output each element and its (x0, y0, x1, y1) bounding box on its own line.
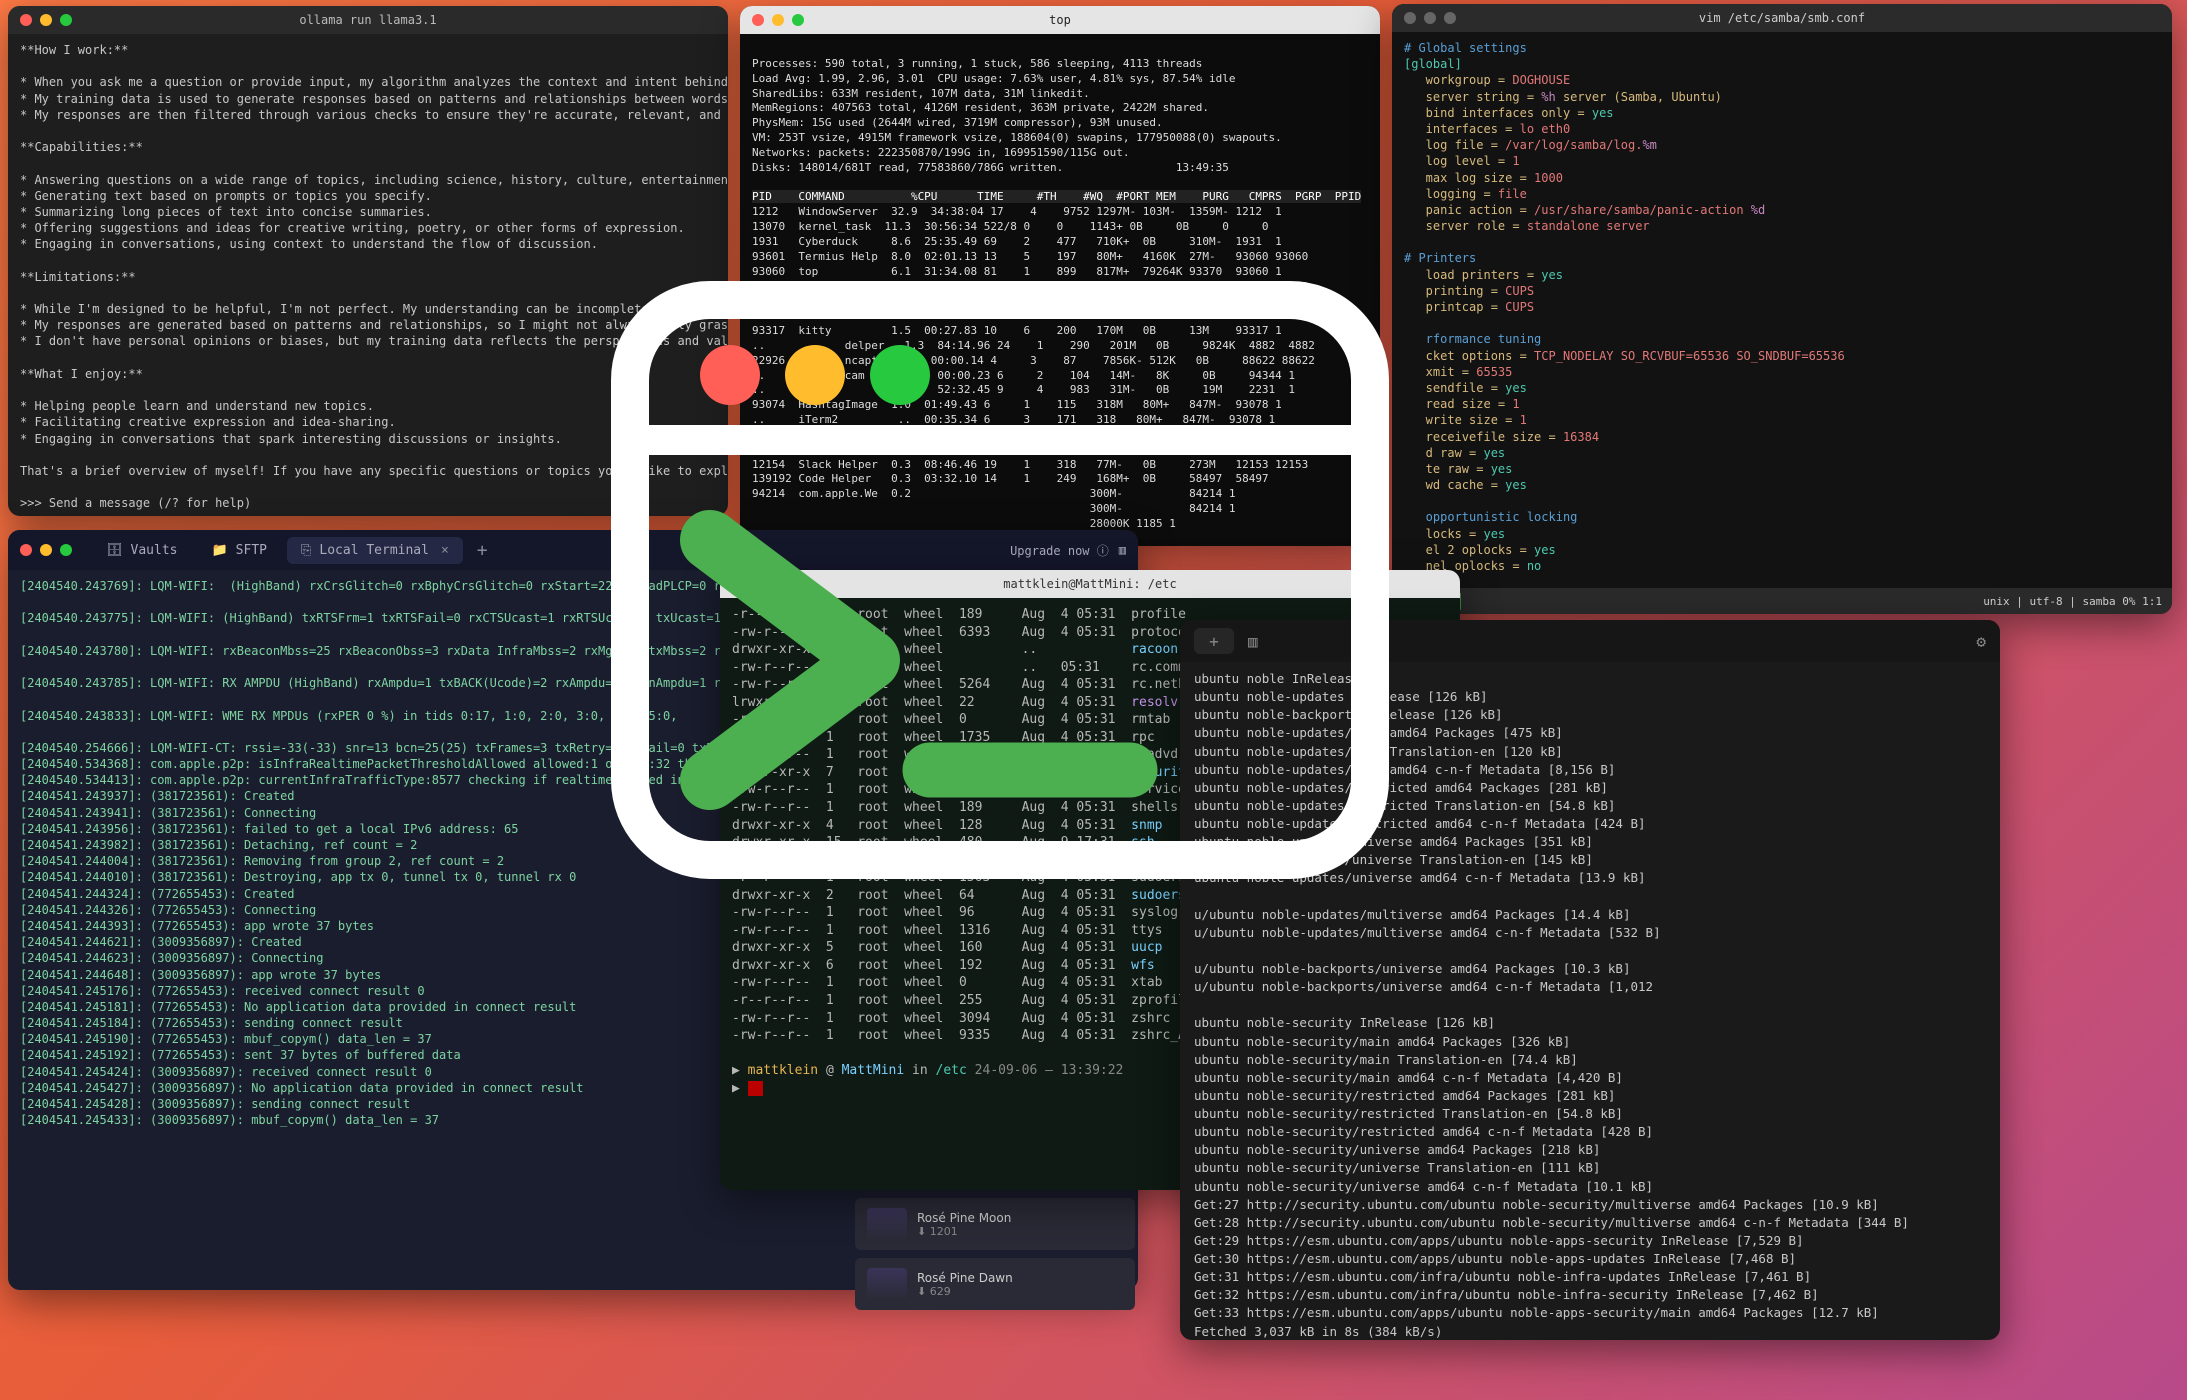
apt-tabs-icon[interactable]: ▥ (1248, 632, 1258, 651)
top-columns: PID COMMAND %CPU TIME #TH #WQ #PORT MEM … (752, 190, 1361, 203)
close-icon[interactable] (1404, 12, 1416, 24)
prompt-timestamp: 24-09-06 – 13:39:22 (975, 1063, 1124, 1078)
apt-window: + ▥ ⚙ ubuntu noble InRelease ubuntu nobl… (1180, 620, 2000, 1340)
zoom-icon[interactable] (60, 14, 72, 26)
top-header: Processes: 590 total, 3 running, 1 stuck… (752, 57, 1282, 174)
tab-local-terminal[interactable]: ⎘Local Terminal× (287, 537, 463, 564)
theme-card[interactable]: Rosé Pine Dawn⬇ 629 (855, 1258, 1135, 1310)
close-tab-icon[interactable]: × (441, 543, 449, 558)
close-icon[interactable] (752, 14, 764, 26)
zoom-icon[interactable] (60, 544, 72, 556)
upgrade-button[interactable]: Upgrade now ⓘ (1010, 542, 1109, 559)
etc-title: mattklein@MattMini: /etc (1003, 577, 1176, 591)
top-time: 13:49:35 (1176, 161, 1229, 174)
ollama-output[interactable]: **How I work:** * When you ask me a ques… (8, 34, 728, 516)
theme-swatch (867, 1208, 907, 1240)
vim-window: vim /etc/samba/smb.conf # Global setting… (1392, 4, 2172, 614)
theme-name: Rosé Pine Dawn (917, 1271, 1013, 1285)
prompt-user: mattklein (748, 1063, 818, 1078)
apt-tabbar: + ▥ ⚙ (1180, 620, 2000, 662)
tab-vaults[interactable]: 🗄Vaults (92, 537, 191, 564)
vim-title: vim /etc/samba/smb.conf (1699, 11, 1865, 25)
prompt-host: MattMini (842, 1063, 905, 1078)
vim-titlebar[interactable]: vim /etc/samba/smb.conf (1392, 4, 2172, 32)
minimize-icon[interactable] (752, 578, 764, 590)
ollama-window: ollama run llama3.1 **How I work:** * Wh… (8, 6, 728, 516)
minimize-icon[interactable] (772, 14, 784, 26)
vim-status-right: unix | utf-8 | samba 0% 1:1 (1983, 595, 2162, 608)
apt-output[interactable]: ubuntu noble InRelease ubuntu noble-upda… (1180, 662, 2000, 1340)
apt-new-tab[interactable]: + (1194, 628, 1234, 654)
tab-sftp[interactable]: 📁SFTP (197, 537, 281, 564)
add-tab-button[interactable]: + (477, 540, 488, 561)
zoom-icon[interactable] (792, 14, 804, 26)
vim-body[interactable]: # Global settings [global] workgroup = D… (1392, 32, 2172, 614)
close-icon[interactable] (732, 578, 744, 590)
zoom-icon[interactable] (1444, 12, 1456, 24)
tabbar: 🗄Vaults📁SFTP⎘Local Terminal× + Upgrade n… (8, 530, 1138, 570)
theme-cards: Rosé Pine Moon⬇ 1201 Rosé Pine Dawn⬇ 629 (855, 1198, 1135, 1318)
theme-name: Rosé Pine Moon (917, 1211, 1011, 1225)
vim-statusline: smb.conf unix | utf-8 | samba 0% 1:1 (1392, 588, 2172, 614)
theme-swatch (867, 1268, 907, 1300)
theme-downloads: ⬇ 629 (917, 1285, 1013, 1298)
top-output: Processes: 590 total, 3 running, 1 stuck… (740, 34, 1380, 540)
prompt-path: /etc (936, 1063, 967, 1078)
close-icon[interactable] (20, 544, 32, 556)
theme-card[interactable]: Rosé Pine Moon⬇ 1201 (855, 1198, 1135, 1250)
minimize-icon[interactable] (40, 14, 52, 26)
top-rows: 1212 WindowServer 32.9 34:38:04 17 4 975… (752, 205, 1315, 530)
etc-titlebar[interactable]: mattklein@MattMini: /etc (720, 570, 1460, 598)
top-window: top Processes: 590 total, 3 running, 1 s… (740, 6, 1380, 546)
minimize-icon[interactable] (40, 544, 52, 556)
top-title: top (1049, 13, 1071, 27)
top-titlebar[interactable]: top (740, 6, 1380, 34)
ollama-titlebar[interactable]: ollama run llama3.1 (8, 6, 728, 34)
close-icon[interactable] (20, 14, 32, 26)
gear-icon[interactable]: ⚙ (1976, 632, 1986, 651)
zoom-icon[interactable] (772, 578, 784, 590)
layout-icon[interactable]: ▥ (1119, 543, 1126, 557)
minimize-icon[interactable] (1424, 12, 1436, 24)
cursor (748, 1081, 764, 1096)
theme-downloads: ⬇ 1201 (917, 1225, 1011, 1238)
ollama-title: ollama run llama3.1 (299, 13, 436, 27)
